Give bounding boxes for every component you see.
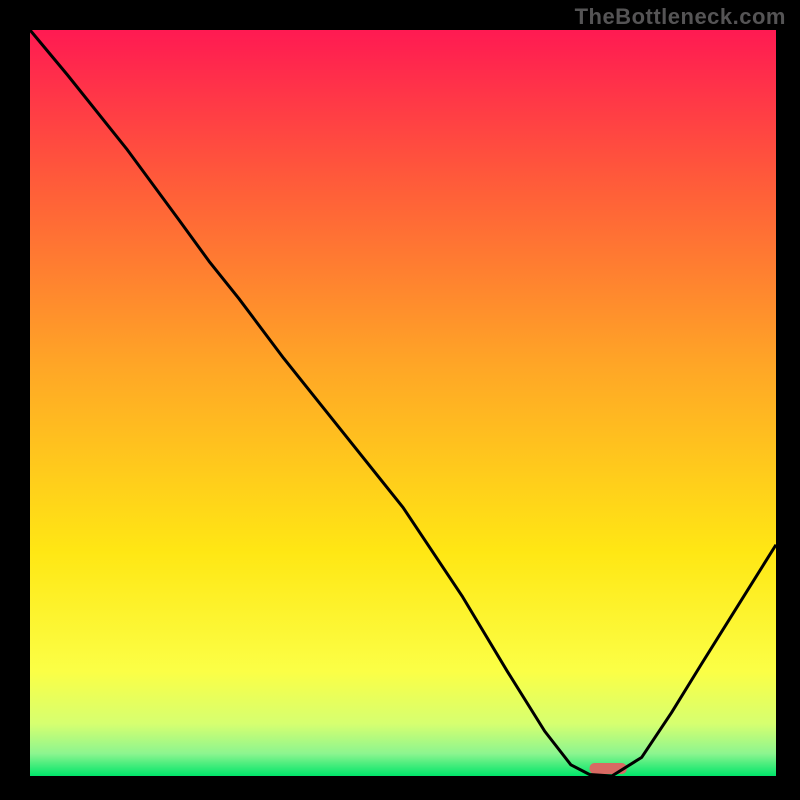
bottleneck-chart bbox=[0, 0, 800, 800]
plot-background bbox=[30, 30, 776, 776]
